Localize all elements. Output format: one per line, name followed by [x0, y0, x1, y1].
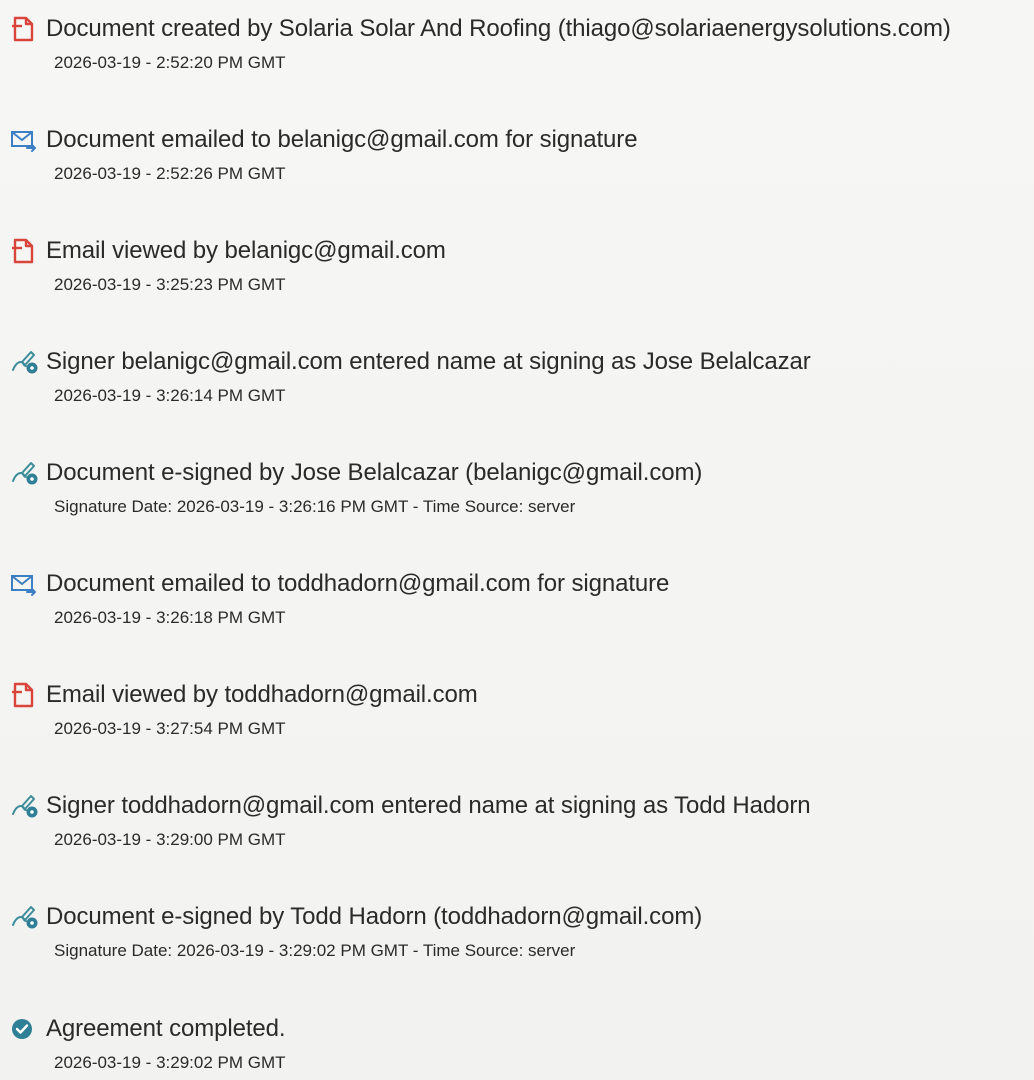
check-circle-icon: [6, 1012, 46, 1046]
event-document-emailed: Document emailed to toddhadorn@gmail.com…: [6, 567, 1032, 629]
event-title: Document created by Solaria Solar And Ro…: [46, 15, 951, 42]
event-signature-date: Signature Date: 2026-03-19 - 3:26:16 PM …: [54, 497, 576, 516]
pen-sign-icon: [6, 456, 46, 490]
event-title: Agreement completed.: [46, 1015, 286, 1042]
event-timestamp: 2026-03-19 - 3:26:18 PM GMT: [54, 608, 286, 627]
event-title: Document e-signed by Todd Hadorn (toddha…: [46, 903, 703, 930]
event-document-esigned: Document e-signed by Jose Belalcazar (be…: [6, 456, 1032, 518]
event-document-esigned: Document e-signed by Todd Hadorn (toddha…: [6, 900, 1032, 962]
event-timestamp: 2026-03-19 - 2:52:20 PM GMT: [54, 53, 286, 72]
audit-trail: Document created by Solaria Solar And Ro…: [0, 0, 1034, 1080]
pen-sign-icon: [6, 345, 46, 379]
event-timestamp: 2026-03-19 - 3:26:14 PM GMT: [54, 386, 286, 405]
event-timestamp: 2026-03-19 - 3:25:23 PM GMT: [54, 275, 286, 294]
event-timestamp: 2026-03-19 - 3:29:02 PM GMT: [54, 1053, 286, 1072]
event-title: Email viewed by belanigc@gmail.com: [46, 237, 446, 264]
pen-sign-icon: [6, 789, 46, 823]
event-agreement-completed: Agreement completed. 2026-03-19 - 3:29:0…: [6, 1012, 1032, 1074]
document-icon: [6, 234, 46, 268]
event-title: Signer toddhadorn@gmail.com entered name…: [46, 792, 811, 819]
pen-sign-icon: [6, 900, 46, 934]
event-timestamp: 2026-03-19 - 3:29:00 PM GMT: [54, 830, 286, 849]
event-document-emailed: Document emailed to belanigc@gmail.com f…: [6, 123, 1032, 185]
document-icon: [6, 12, 46, 46]
event-signer-entered-name: Signer toddhadorn@gmail.com entered name…: [6, 789, 1032, 851]
email-send-icon: [6, 123, 46, 157]
event-title: Document e-signed by Jose Belalcazar (be…: [46, 459, 703, 486]
event-timestamp: 2026-03-19 - 3:27:54 PM GMT: [54, 719, 286, 738]
document-icon: [6, 678, 46, 712]
event-email-viewed: Email viewed by belanigc@gmail.com 2026-…: [6, 234, 1032, 296]
event-signature-date: Signature Date: 2026-03-19 - 3:29:02 PM …: [54, 941, 576, 960]
email-send-icon: [6, 567, 46, 601]
event-title: Signer belanigc@gmail.com entered name a…: [46, 348, 811, 375]
event-title: Document emailed to toddhadorn@gmail.com…: [46, 570, 670, 597]
event-email-viewed: Email viewed by toddhadorn@gmail.com 202…: [6, 678, 1032, 740]
event-document-created: Document created by Solaria Solar And Ro…: [6, 12, 1032, 74]
event-title: Document emailed to belanigc@gmail.com f…: [46, 126, 638, 153]
event-signer-entered-name: Signer belanigc@gmail.com entered name a…: [6, 345, 1032, 407]
event-timestamp: 2026-03-19 - 2:52:26 PM GMT: [54, 164, 286, 183]
event-title: Email viewed by toddhadorn@gmail.com: [46, 681, 478, 708]
